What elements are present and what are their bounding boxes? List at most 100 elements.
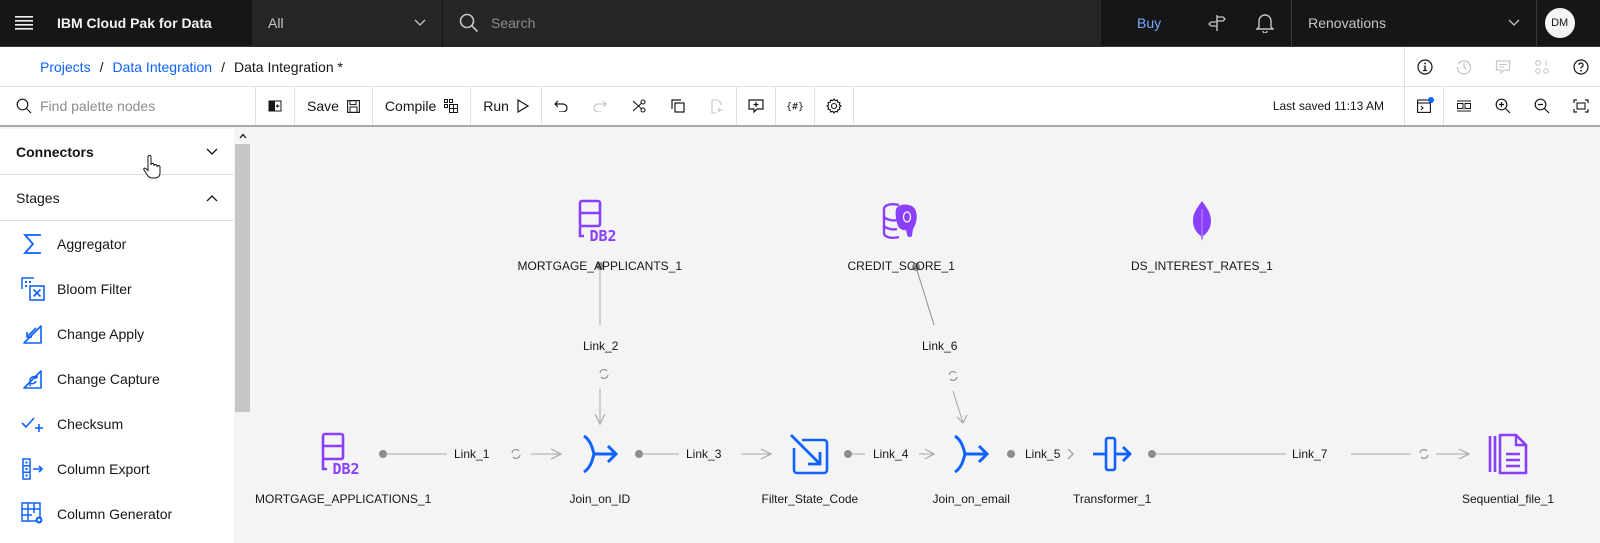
history-icon: [1456, 59, 1471, 75]
node-ds-interest-rates[interactable]: DS_INTEREST_RATES_1: [1131, 197, 1273, 273]
output-port[interactable]: [379, 450, 387, 458]
output-port[interactable]: [635, 450, 643, 458]
help-button[interactable]: [1561, 47, 1600, 87]
arrange-button[interactable]: [1444, 87, 1483, 125]
compile-icon: [444, 99, 459, 113]
add-comment-icon: [748, 98, 764, 113]
palette-scrollbar[interactable]: [234, 129, 251, 543]
top-header: IBM Cloud Pak for Data All Buy Renovatio…: [0, 0, 1600, 47]
search-scope-dropdown[interactable]: All: [252, 0, 442, 47]
breadcrumb-actions: [1404, 46, 1600, 87]
palette-item-aggregator[interactable]: Aggregator: [0, 221, 234, 266]
filter-icon: [786, 430, 834, 478]
product-name[interactable]: IBM Cloud Pak for Data: [48, 15, 252, 31]
chevron-down-icon: [206, 148, 218, 155]
node-sequential-file[interactable]: Sequential_file_1: [1462, 430, 1554, 506]
fit-to-screen-button[interactable]: [1561, 87, 1600, 125]
palette-item-checksum[interactable]: Checksum: [0, 401, 234, 446]
buy-link[interactable]: Buy: [1101, 15, 1193, 31]
svg-text:DB2: DB2: [589, 227, 616, 243]
palette-section-stages[interactable]: Stages: [0, 175, 234, 221]
node-label: Sequential_file_1: [1462, 492, 1555, 506]
scroll-up-button[interactable]: [234, 129, 251, 143]
auto-arrange-icon: [1456, 100, 1471, 112]
run-button[interactable]: Run: [471, 87, 542, 125]
add-comment-button[interactable]: [737, 87, 776, 125]
chevron-down-icon: [1508, 19, 1520, 26]
sigma-icon: [20, 231, 46, 257]
palette-section-connectors[interactable]: Connectors: [0, 129, 234, 175]
undo-icon: [554, 100, 569, 112]
node-mortgage-applicants[interactable]: DB2 MORTGAGE_APPLICANTS_1: [518, 197, 682, 273]
history-button[interactable]: [1444, 47, 1483, 87]
flow-canvas[interactable]: Link_1 Link_2 Link_3 Link_4 Link_5 Link_…: [251, 129, 1600, 543]
breadcrumb-data-integration[interactable]: Data Integration: [112, 59, 212, 75]
scope-value: All: [268, 15, 284, 31]
paste-icon: [711, 98, 723, 114]
chevron-up-icon: [206, 194, 218, 201]
zoom-out-button[interactable]: [1522, 87, 1561, 125]
palette-item-change-apply[interactable]: Change Apply: [0, 311, 234, 356]
link-label[interactable]: Link_5: [1021, 447, 1065, 461]
search-icon: [16, 98, 32, 114]
variables-button[interactable]: [1522, 47, 1561, 87]
palette-item-label: Column Export: [57, 460, 150, 477]
comments-button[interactable]: [1483, 47, 1522, 87]
notifications-button[interactable]: [1241, 0, 1289, 47]
zoom-in-button[interactable]: [1483, 87, 1522, 125]
node-join-on-email[interactable]: Join_on_email: [933, 430, 1010, 506]
user-avatar-button[interactable]: DM: [1537, 0, 1582, 47]
toggle-palette-button[interactable]: [256, 87, 295, 125]
global-search-input[interactable]: [491, 15, 991, 31]
node-transformer[interactable]: Transformer_1: [1073, 430, 1151, 506]
column-export-icon: [20, 456, 46, 482]
signpost-button[interactable]: [1193, 0, 1241, 47]
menu-button[interactable]: [0, 0, 48, 47]
palette-item-column-generator[interactable]: Column Generator: [0, 491, 234, 536]
copy-button[interactable]: [659, 87, 698, 125]
save-button[interactable]: Save: [295, 87, 373, 125]
redo-button[interactable]: [581, 87, 620, 125]
link-label[interactable]: Link_3: [682, 447, 726, 461]
link-label[interactable]: Link_4: [869, 447, 913, 461]
copy-icon: [671, 99, 686, 113]
output-port[interactable]: [1007, 450, 1015, 458]
output-port[interactable]: [844, 450, 852, 458]
cut-button[interactable]: [620, 87, 659, 125]
parameters-button[interactable]: {#}: [776, 87, 815, 125]
save-icon: [346, 99, 360, 113]
breadcrumb-projects[interactable]: Projects: [40, 59, 91, 75]
palette-item-bloom-filter[interactable]: Bloom Filter: [0, 266, 234, 311]
play-icon: [517, 99, 529, 113]
canvas-toolbar: Save Compile Run {#} Last saved 11:13 AM: [0, 87, 1600, 127]
section-label: Stages: [16, 189, 60, 206]
account-switcher[interactable]: Renovations: [1291, 0, 1538, 47]
search-icon: [459, 13, 479, 33]
hand-pointer-cursor: [143, 155, 161, 179]
join-icon: [576, 430, 624, 478]
palette-search-input[interactable]: [40, 98, 240, 114]
sync-icon: [599, 369, 609, 379]
hamburger-icon: [15, 16, 33, 30]
link-label[interactable]: Link_6: [918, 339, 962, 353]
paste-button[interactable]: [698, 87, 737, 125]
link-label[interactable]: Link_1: [450, 447, 494, 461]
node-join-on-id[interactable]: Join_on_ID: [570, 430, 630, 506]
palette-item-label: Aggregator: [57, 235, 127, 252]
link-label[interactable]: Link_7: [1288, 447, 1332, 461]
change-capture-icon: [20, 366, 46, 392]
scroll-thumb[interactable]: [235, 144, 250, 412]
node-mortgage-applications[interactable]: DB2 MORTGAGE_APPLICATIONS_1: [255, 430, 431, 506]
node-credit-score[interactable]: CREDIT_SCORE_1: [848, 197, 955, 273]
palette-item-change-capture[interactable]: Change Capture: [0, 356, 234, 401]
compile-button[interactable]: Compile: [373, 87, 472, 125]
logs-button[interactable]: [1405, 87, 1444, 125]
output-port[interactable]: [1148, 450, 1156, 458]
link-label[interactable]: Link_2: [579, 339, 623, 353]
undo-button[interactable]: [542, 87, 581, 125]
node-filter-state-code[interactable]: Filter_State_Code: [762, 430, 858, 506]
palette-item-column-export[interactable]: Column Export: [0, 446, 234, 491]
settings-button[interactable]: [815, 87, 854, 125]
zoom-in-icon: [1495, 98, 1510, 114]
info-button[interactable]: [1405, 47, 1444, 87]
